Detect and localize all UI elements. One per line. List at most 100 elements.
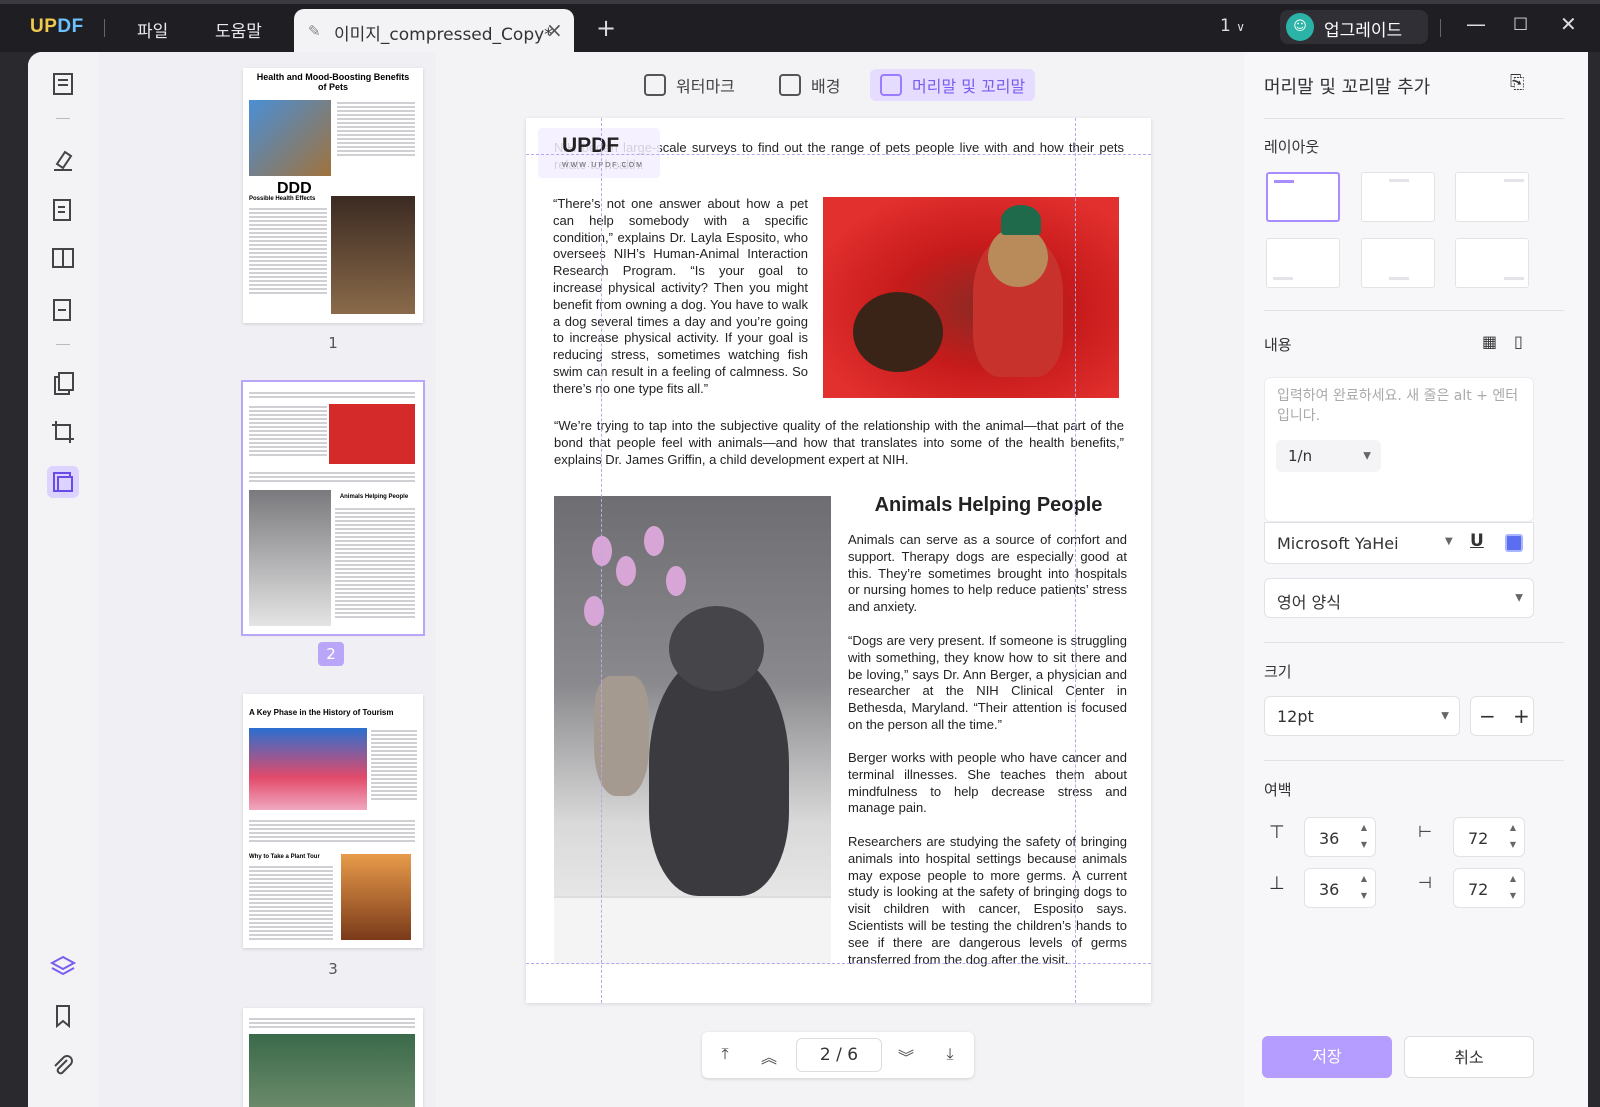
left-toolbar xyxy=(28,52,98,1107)
margin-top-icon: ⊤ xyxy=(1269,822,1285,843)
paragraph: “There’s not one answer about how a pet … xyxy=(553,196,808,396)
margin-left-input[interactable]: 72 ▲ ▼ xyxy=(1453,817,1525,857)
page-tools-icon[interactable] xyxy=(47,466,79,498)
watermark-button[interactable]: 워터마크 xyxy=(634,69,745,101)
divider xyxy=(1264,118,1564,119)
margin-left-icon: ⊢ xyxy=(1418,822,1432,841)
size-label: 크기 xyxy=(1264,663,1292,681)
thumb-image-eiffel xyxy=(341,854,411,940)
size-stepper: − + xyxy=(1470,696,1534,736)
margin-bottom-icon: ⊥ xyxy=(1269,873,1285,894)
close-window-icon[interactable]: ✕ xyxy=(1560,12,1577,36)
page-format-dropdown[interactable]: 1/n ▼ xyxy=(1276,440,1381,472)
panel-title: 머리말 및 꼬리말 추가 xyxy=(1264,77,1431,98)
thumbnail-page-1[interactable]: Health and Mood-Boosting Benefits of Pet… xyxy=(243,68,423,323)
page-number-input[interactable]: 2 / 6 xyxy=(796,1038,882,1072)
image-cat-flowers xyxy=(554,496,831,964)
thumb-subhead: Possible Health Effects xyxy=(249,196,316,202)
header-logo-url: WWW.UPDF.COM xyxy=(562,162,644,169)
content-placeholder: 입력하여 완료하세요. 새 줄은 alt + 엔터입니다. xyxy=(1277,388,1519,424)
thumbnail-panel: Health and Mood-Boosting Benefits of Pet… xyxy=(98,52,436,1107)
margin-label: 여백 xyxy=(1264,781,1292,799)
divider xyxy=(1264,642,1564,643)
upgrade-button[interactable]: ☺ 업그레이드 xyxy=(1280,10,1428,44)
content-label: 내용 xyxy=(1264,336,1292,354)
next-page-icon[interactable]: ︾ xyxy=(895,1044,917,1067)
layers-icon[interactable] xyxy=(47,950,79,982)
layout-option-bottom-right[interactable] xyxy=(1455,238,1529,288)
form-icon[interactable] xyxy=(47,242,79,274)
tab-title: 이미지_compressed_Copy* xyxy=(334,25,553,45)
layout-label: 레이아웃 xyxy=(1264,138,1320,156)
pdf-page: NIH began large-scale surveys to find ou… xyxy=(526,118,1151,1003)
new-tab-button[interactable]: + xyxy=(596,14,616,42)
avatar-icon: ☺ xyxy=(1286,13,1314,41)
layout-option-top-left[interactable] xyxy=(1266,172,1340,222)
insert-page-number-icon[interactable]: ▯ xyxy=(1514,332,1523,351)
header-footer-button[interactable]: 머리말 및 꼬리말 xyxy=(870,69,1036,101)
menu-help[interactable]: 도움말 xyxy=(215,17,262,42)
increase-size-button[interactable]: + xyxy=(1513,704,1530,728)
paragraph: Berger works with people who have cancer… xyxy=(848,750,1127,816)
margin-guide-right xyxy=(1075,118,1076,1003)
insert-date-icon[interactable]: ▦ xyxy=(1482,332,1497,351)
layout-option-top-right[interactable] xyxy=(1455,172,1529,222)
number-style-dropdown[interactable]: 영어 양식 ▼ xyxy=(1264,578,1534,618)
divider xyxy=(56,118,70,119)
attachment-icon[interactable] xyxy=(47,1050,79,1082)
font-dropdown[interactable]: Microsoft YaHei ▼ U xyxy=(1264,522,1534,564)
thumbnail-page-3[interactable]: A Key Phase in the History of Tourism Wh… xyxy=(243,694,423,948)
decrease-size-button[interactable]: − xyxy=(1479,704,1496,728)
document-tab[interactable]: ✎ 이미지_compressed_Copy* × xyxy=(294,9,574,52)
edit-text-icon[interactable] xyxy=(47,194,79,226)
paragraph: Animals can serve as a source of comfort… xyxy=(848,532,1127,615)
thumbnail-page-number: 1 xyxy=(328,334,338,352)
exit-panel-icon[interactable]: ⎘ xyxy=(1510,72,1524,93)
close-tab-icon[interactable]: × xyxy=(546,18,563,42)
window-count-dropdown[interactable]: 1 ∨ xyxy=(1220,16,1245,36)
thumbnail-page-2[interactable]: Animals Helping People xyxy=(241,380,425,636)
app-logo: UPDF xyxy=(30,16,84,37)
section-heading: Animals Helping People xyxy=(874,494,1103,516)
content-input[interactable]: 입력하여 완료하세요. 새 줄은 alt + 엔터입니다. 1/n ▼ xyxy=(1264,377,1534,522)
font-color-swatch[interactable] xyxy=(1505,534,1523,552)
paragraph: “We’re trying to tap into the subjective… xyxy=(554,418,1124,467)
separator xyxy=(104,19,105,37)
sign-icon[interactable] xyxy=(47,294,79,326)
layout-option-bottom-center[interactable] xyxy=(1361,238,1435,288)
save-button[interactable]: 저장 xyxy=(1262,1036,1392,1078)
cancel-button[interactable]: 취소 xyxy=(1404,1036,1534,1078)
thumb-image-lake xyxy=(249,1034,415,1107)
font-size-dropdown[interactable]: 12pt ▼ xyxy=(1264,696,1460,736)
paragraph: “Dogs are very present. If someone is st… xyxy=(848,633,1127,732)
first-page-icon[interactable]: ⤒ xyxy=(714,1044,736,1066)
margin-top-input[interactable]: 36 ▲ ▼ xyxy=(1304,817,1376,857)
margin-right-icon: ⊣ xyxy=(1418,873,1432,892)
separator xyxy=(1440,19,1441,37)
divider xyxy=(56,344,70,345)
menu-file[interactable]: 파일 xyxy=(137,17,168,42)
layout-option-bottom-left[interactable] xyxy=(1266,238,1340,288)
minimize-icon[interactable]: — xyxy=(1466,12,1486,36)
layout-option-top-center[interactable] xyxy=(1361,172,1435,222)
background-button[interactable]: 배경 xyxy=(769,69,850,101)
last-page-icon[interactable]: ⤓ xyxy=(939,1044,961,1066)
maximize-icon[interactable]: ☐ xyxy=(1513,15,1528,35)
underline-icon[interactable]: U xyxy=(1470,531,1484,551)
organize-icon[interactable] xyxy=(47,368,79,400)
crop-icon[interactable] xyxy=(47,416,79,448)
thumbnail-page-number-selected: 2 xyxy=(318,642,344,666)
header-footer-panel: 머리말 및 꼬리말 추가 ⎘ 레이아웃 내용 ▦ ▯ 입력하여 완료하세요. 새… xyxy=(1244,52,1588,1107)
previous-page-icon[interactable]: ︽ xyxy=(758,1044,780,1067)
margin-bottom-input[interactable]: 36 ▲ ▼ xyxy=(1304,868,1376,908)
thumb-image-cat xyxy=(249,490,331,626)
reader-icon[interactable] xyxy=(47,68,79,100)
highlight-icon[interactable] xyxy=(47,144,79,176)
font-value: Microsoft YaHei xyxy=(1277,534,1399,553)
thumb-image-dogs-red xyxy=(329,404,415,464)
margin-right-input[interactable]: 72 ▲ ▼ xyxy=(1453,868,1525,908)
edit-mode-icon: ✎ xyxy=(308,22,321,40)
bookmark-icon[interactable] xyxy=(47,1000,79,1032)
os-strip xyxy=(0,0,1600,4)
thumbnail-page-4[interactable] xyxy=(243,1008,423,1107)
